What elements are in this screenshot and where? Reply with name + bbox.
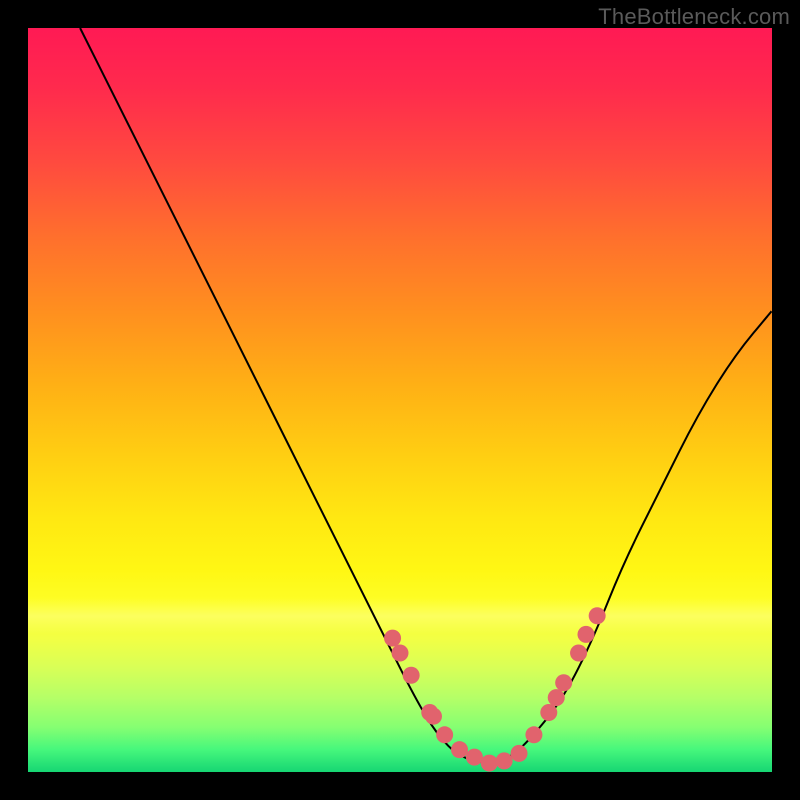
highlight-dot <box>466 749 483 766</box>
highlight-dots-group <box>384 607 606 771</box>
highlight-dot <box>548 689 565 706</box>
highlight-dot <box>589 607 606 624</box>
chart-svg <box>28 28 772 772</box>
highlight-dot <box>451 741 468 758</box>
highlight-dot <box>425 708 442 725</box>
highlight-dot <box>511 745 528 762</box>
chart-frame: TheBottleneck.com <box>0 0 800 800</box>
highlight-dot <box>525 726 542 743</box>
highlight-dot <box>555 674 572 691</box>
highlight-dot <box>392 644 409 661</box>
attribution-text: TheBottleneck.com <box>598 4 790 30</box>
highlight-dot <box>540 704 557 721</box>
highlight-dot <box>578 626 595 643</box>
highlight-dot <box>570 644 587 661</box>
bottleneck-curve <box>80 28 772 763</box>
plot-area <box>28 28 772 772</box>
highlight-dot <box>436 726 453 743</box>
highlight-dot <box>384 630 401 647</box>
highlight-dot <box>496 752 513 769</box>
highlight-dot <box>481 755 498 772</box>
highlight-dot <box>403 667 420 684</box>
